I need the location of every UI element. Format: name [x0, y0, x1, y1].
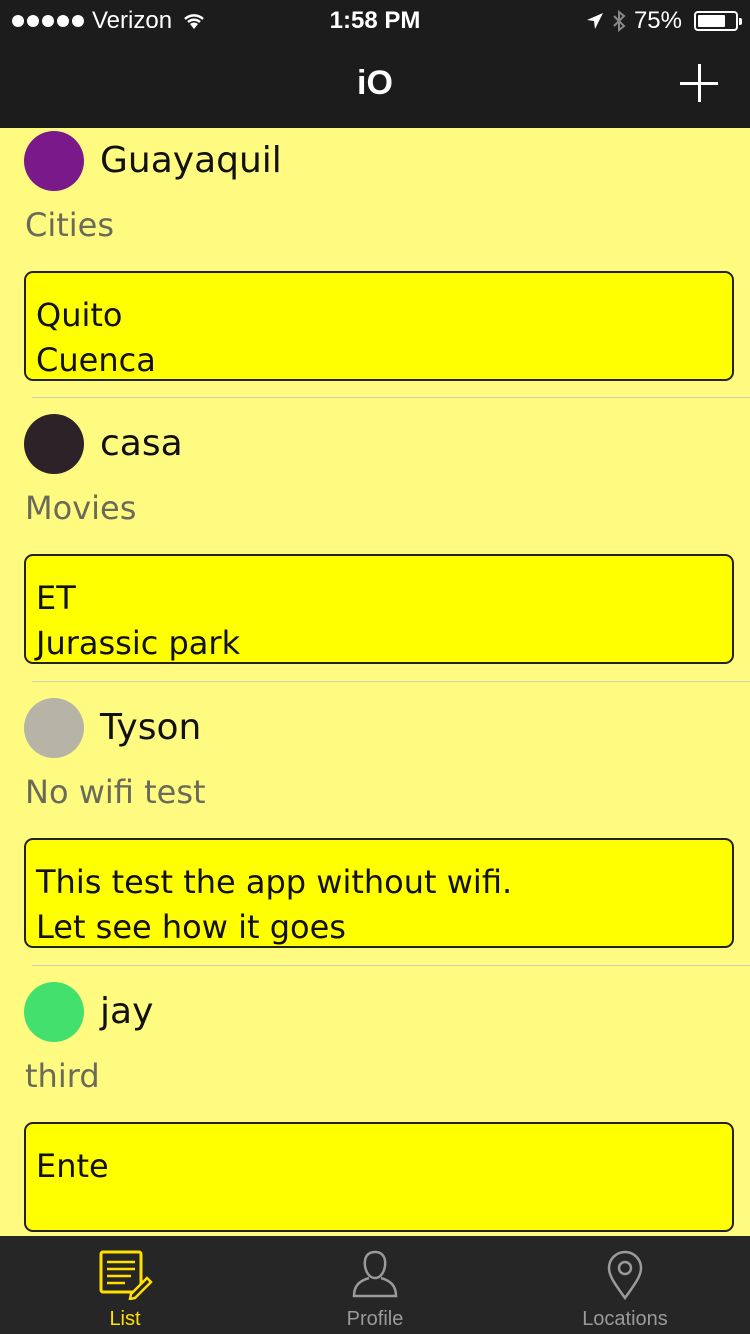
tab-label: Profile: [346, 1308, 404, 1330]
item-category: Cities: [25, 206, 115, 244]
item-name: Guayaquil: [100, 140, 282, 181]
list-item[interactable]: Guayaquil Cities Quito Cuenca: [0, 128, 750, 398]
list-item[interactable]: jay third Ente: [0, 966, 750, 1236]
note-box: Ente: [24, 1122, 734, 1232]
location-arrow-icon: [586, 13, 603, 29]
tab-label: Locations: [582, 1308, 668, 1330]
page-title: iO: [357, 64, 393, 102]
status-right: 75%: [586, 7, 742, 35]
list-item[interactable]: Tyson No wifi test This test the app wit…: [0, 682, 750, 966]
tab-label: List: [109, 1308, 141, 1330]
item-category: No wifi test: [25, 773, 206, 811]
status-bar: Verizon 1:58 PM 75%: [0, 0, 750, 40]
tab-locations[interactable]: Locations: [500, 1236, 750, 1334]
note-box: Quito Cuenca: [24, 271, 734, 381]
note-line: Ente: [36, 1147, 109, 1185]
tab-profile[interactable]: Profile: [250, 1236, 500, 1334]
list-item[interactable]: casa Movies ET Jurassic park: [0, 398, 750, 682]
bluetooth-icon: [613, 10, 626, 32]
note-line: Cuenca: [36, 341, 156, 379]
note-line: This test the app without wifi.: [36, 863, 513, 901]
location-pin-icon: [607, 1250, 643, 1300]
avatar: [24, 414, 84, 474]
note-line: Quito: [36, 296, 123, 334]
item-list: Guayaquil Cities Quito Cuenca casa Movie…: [0, 128, 750, 1236]
nav-bar: iO: [0, 40, 750, 128]
avatar: [24, 698, 84, 758]
tab-list[interactable]: List: [0, 1236, 250, 1334]
add-button[interactable]: [680, 64, 720, 104]
battery-icon: [694, 11, 742, 31]
item-name: Tyson: [100, 707, 202, 748]
item-name: casa: [100, 423, 183, 464]
battery-percent: 75%: [633, 7, 682, 34]
item-category: third: [25, 1057, 100, 1095]
note-line: Let see how it goes: [36, 908, 346, 946]
profile-icon: [352, 1250, 398, 1298]
note-line: Jurassic park: [36, 624, 241, 662]
avatar: [24, 982, 84, 1042]
tab-bar: List Profile Locations: [0, 1236, 750, 1334]
note-box: ET Jurassic park: [24, 554, 734, 664]
item-name: jay: [100, 991, 154, 1032]
note-line: ET: [36, 579, 76, 617]
item-category: Movies: [25, 489, 137, 527]
avatar: [24, 131, 84, 191]
list-icon: [99, 1250, 153, 1300]
battery-fill: [698, 15, 725, 27]
top-bar: Verizon 1:58 PM 75% iO: [0, 0, 750, 128]
note-box: This test the app without wifi. Let see …: [24, 838, 734, 948]
